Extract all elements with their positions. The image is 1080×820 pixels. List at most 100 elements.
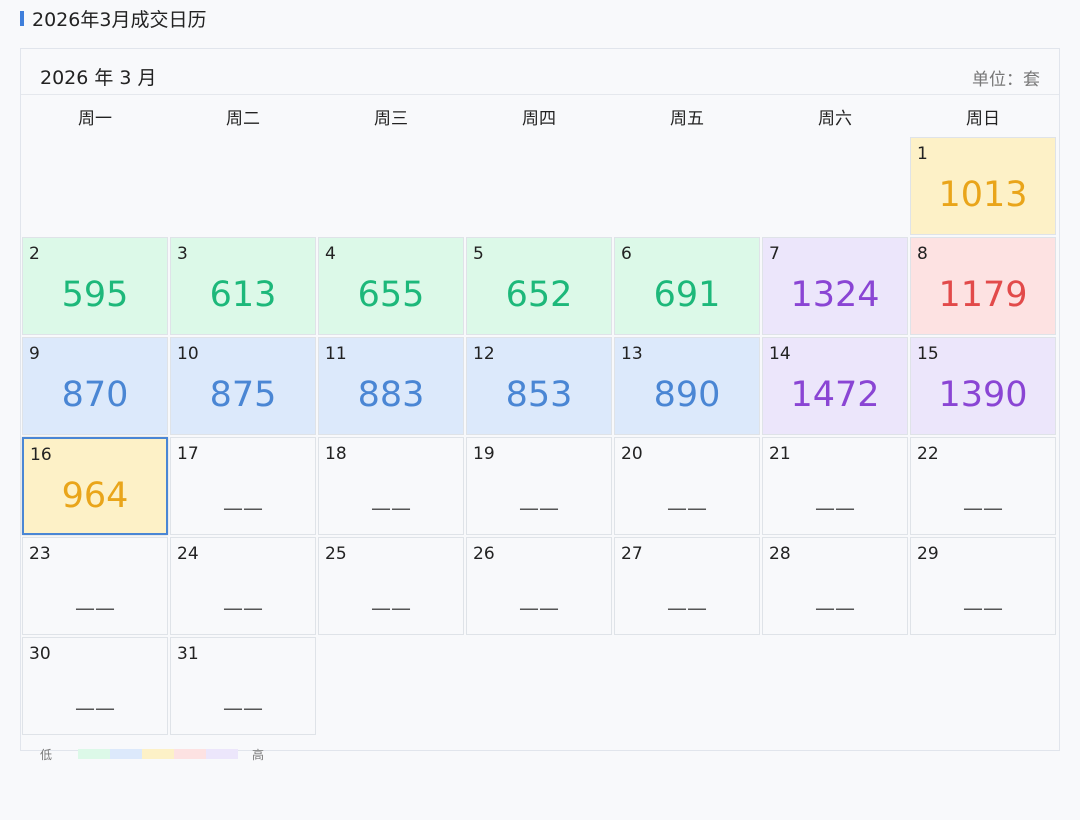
calendar-panel: 2026 年 3 月 单位：套 周一 周二 周三 周四 周五 周六 周日 1 10… bbox=[20, 48, 1060, 751]
calendar-day-cell[interactable]: 24 —— bbox=[170, 537, 316, 635]
calendar-day-cell[interactable]: 26 —— bbox=[466, 537, 612, 635]
weekday-sat: 周六 bbox=[818, 108, 852, 129]
no-data-dash: —— bbox=[815, 596, 855, 620]
calendar-day-cell[interactable]: 15 1390 bbox=[910, 337, 1056, 435]
day-number: 23 bbox=[29, 544, 51, 564]
day-number: 3 bbox=[177, 244, 188, 264]
day-number: 25 bbox=[325, 544, 347, 564]
calendar-day-cell[interactable]: 20 —— bbox=[614, 437, 760, 535]
deal-count: 870 bbox=[61, 375, 129, 415]
calendar-blank-cell bbox=[762, 137, 908, 235]
no-data-dash: —— bbox=[371, 596, 411, 620]
day-number: 15 bbox=[917, 344, 939, 364]
calendar-day-cell[interactable]: 29 —— bbox=[910, 537, 1056, 635]
calendar-day-cell[interactable]: 18 —— bbox=[318, 437, 464, 535]
calendar-blank-cell bbox=[22, 137, 168, 235]
day-number: 6 bbox=[621, 244, 632, 264]
no-data-dash: —— bbox=[223, 696, 263, 720]
day-number: 12 bbox=[473, 344, 495, 364]
deal-count: 613 bbox=[209, 275, 277, 315]
title-accent-bar bbox=[20, 10, 24, 26]
calendar-day-cell[interactable]: 3 613 bbox=[170, 237, 316, 335]
no-data-dash: —— bbox=[519, 596, 559, 620]
no-data-dash: —— bbox=[75, 696, 115, 720]
day-number: 17 bbox=[177, 444, 199, 464]
deal-count: 875 bbox=[209, 375, 277, 415]
calendar-day-cell[interactable]: 13 890 bbox=[614, 337, 760, 435]
deal-count: 1179 bbox=[938, 275, 1028, 315]
calendar-blank-cell bbox=[318, 137, 464, 235]
day-number: 24 bbox=[177, 544, 199, 564]
color-legend: 低 高 bbox=[40, 744, 264, 764]
calendar-day-cell[interactable]: 8 1179 bbox=[910, 237, 1056, 335]
calendar-day-cell[interactable]: 5 652 bbox=[466, 237, 612, 335]
weekday-header-row: 周一 周二 周三 周四 周五 周六 周日 bbox=[21, 96, 1059, 136]
day-number: 19 bbox=[473, 444, 495, 464]
deal-count: 964 bbox=[61, 476, 129, 516]
day-number: 26 bbox=[473, 544, 495, 564]
calendar-day-cell[interactable]: 9 870 bbox=[22, 337, 168, 435]
no-data-dash: —— bbox=[371, 496, 411, 520]
calendar-day-cell[interactable]: 1 1013 bbox=[910, 137, 1056, 235]
calendar-day-cell[interactable]: 27 —— bbox=[614, 537, 760, 635]
deal-count: 1324 bbox=[790, 275, 880, 315]
no-data-dash: —— bbox=[667, 596, 707, 620]
legend-swatch bbox=[78, 749, 111, 759]
calendar-header: 2026 年 3 月 单位：套 bbox=[21, 49, 1059, 95]
day-number: 29 bbox=[917, 544, 939, 564]
deal-count: 655 bbox=[357, 275, 425, 315]
calendar-day-cell[interactable]: 2 595 bbox=[22, 237, 168, 335]
calendar-day-cell[interactable]: 11 883 bbox=[318, 337, 464, 435]
legend-swatch bbox=[142, 749, 175, 759]
calendar-day-cell[interactable]: 23 —— bbox=[22, 537, 168, 635]
calendar-day-cell[interactable]: 14 1472 bbox=[762, 337, 908, 435]
deal-count: 1472 bbox=[790, 375, 880, 415]
calendar-day-cell[interactable]: 16 964 bbox=[22, 437, 168, 535]
calendar-blank-cell bbox=[466, 137, 612, 235]
calendar-day-cell[interactable]: 25 —— bbox=[318, 537, 464, 635]
deal-count: 883 bbox=[357, 375, 425, 415]
calendar-blank-cell bbox=[170, 137, 316, 235]
calendar-day-cell[interactable]: 6 691 bbox=[614, 237, 760, 335]
calendar-day-cell[interactable]: 7 1324 bbox=[762, 237, 908, 335]
day-number: 9 bbox=[29, 344, 40, 364]
day-number: 16 bbox=[30, 445, 52, 465]
day-number: 13 bbox=[621, 344, 643, 364]
deal-count: 890 bbox=[653, 375, 721, 415]
day-number: 22 bbox=[917, 444, 939, 464]
calendar-blank-cell bbox=[614, 137, 760, 235]
legend-swatches bbox=[78, 749, 239, 759]
calendar-day-cell[interactable]: 30 —— bbox=[22, 637, 168, 735]
calendar-day-cell[interactable]: 10 875 bbox=[170, 337, 316, 435]
day-number: 18 bbox=[325, 444, 347, 464]
legend-swatch bbox=[206, 749, 239, 759]
deal-count: 652 bbox=[505, 275, 573, 315]
legend-swatch bbox=[174, 749, 207, 759]
day-number: 31 bbox=[177, 644, 199, 664]
calendar-day-cell[interactable]: 4 655 bbox=[318, 237, 464, 335]
calendar-day-cell[interactable]: 31 —— bbox=[170, 637, 316, 735]
day-number: 28 bbox=[769, 544, 791, 564]
calendar-day-cell[interactable]: 17 —— bbox=[170, 437, 316, 535]
day-number: 20 bbox=[621, 444, 643, 464]
calendar-day-cell[interactable]: 12 853 bbox=[466, 337, 612, 435]
deal-count: 1390 bbox=[938, 375, 1028, 415]
calendar-day-cell[interactable]: 22 —— bbox=[910, 437, 1056, 535]
page-title-text: 2026年3月成交日历 bbox=[32, 8, 207, 31]
calendar-day-cell[interactable]: 21 —— bbox=[762, 437, 908, 535]
weekday-wed: 周三 bbox=[374, 108, 408, 129]
calendar-day-cell[interactable]: 19 —— bbox=[466, 437, 612, 535]
deal-count: 1013 bbox=[938, 175, 1028, 215]
no-data-dash: —— bbox=[519, 496, 559, 520]
calendar-day-cell[interactable]: 28 —— bbox=[762, 537, 908, 635]
unit-label: 单位：套 bbox=[972, 70, 1040, 90]
no-data-dash: —— bbox=[223, 496, 263, 520]
no-data-dash: —— bbox=[963, 496, 1003, 520]
legend-high-label: 高 bbox=[252, 747, 265, 762]
day-number: 11 bbox=[325, 344, 347, 364]
day-number: 30 bbox=[29, 644, 51, 664]
day-number: 21 bbox=[769, 444, 791, 464]
weekday-fri: 周五 bbox=[670, 108, 704, 129]
deal-count: 691 bbox=[653, 275, 721, 315]
deal-count: 595 bbox=[61, 275, 129, 315]
